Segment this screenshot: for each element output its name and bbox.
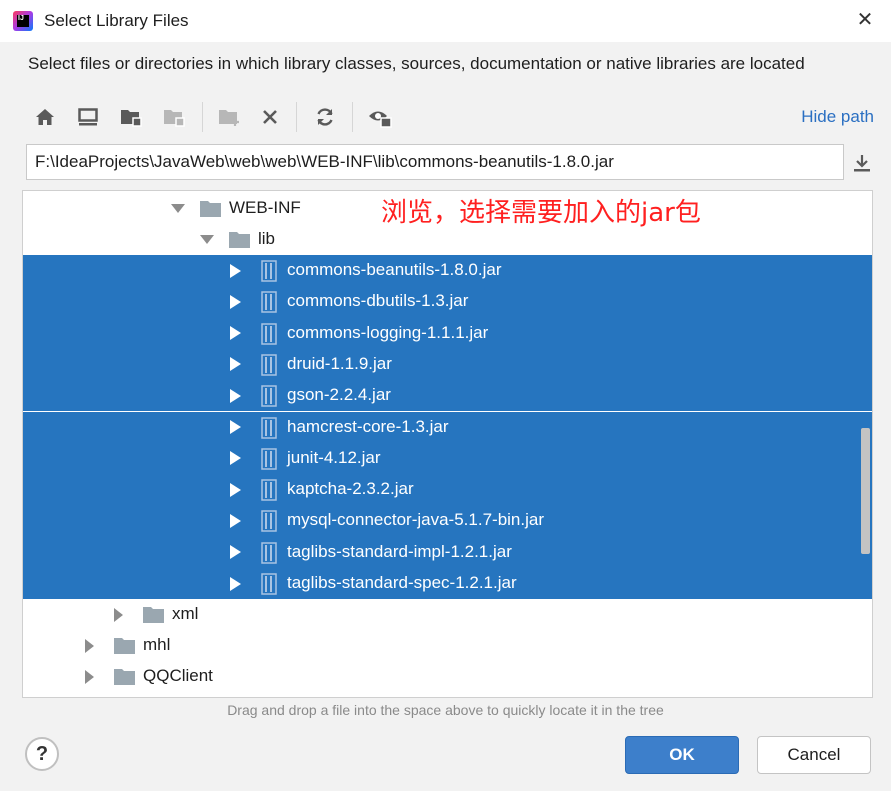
tree-node-jar[interactable]: commons-logging-1.1.1.jar <box>23 317 872 349</box>
collapsed-arrow-icon[interactable] <box>228 474 242 505</box>
tree-node-jar[interactable]: taglibs-standard-spec-1.2.1.jar <box>23 568 872 600</box>
hide-path-link[interactable]: Hide path <box>801 107 874 127</box>
module-folder-icon[interactable] <box>161 104 187 130</box>
tree-node-jar[interactable]: kaptcha-2.3.2.jar <box>23 474 872 506</box>
desktop-icon[interactable] <box>75 104 101 130</box>
jar-archive-icon <box>261 260 281 282</box>
project-folder-icon[interactable] <box>118 104 144 130</box>
folder-icon <box>229 231 250 248</box>
jar-archive-icon <box>261 448 281 470</box>
help-button[interactable]: ? <box>25 737 59 771</box>
cancel-button[interactable]: Cancel <box>757 736 871 774</box>
tree-node-label: taglibs-standard-spec-1.2.1.jar <box>287 573 517 592</box>
jar-archive-icon <box>261 541 281 564</box>
jar-archive-icon <box>261 510 281 533</box>
title-bar: IJ Select Library Files ✕ <box>0 0 891 42</box>
window-title: Select Library Files <box>44 11 189 30</box>
folder-icon <box>114 637 135 654</box>
close-button[interactable]: ✕ <box>853 8 877 32</box>
tree-node-jar[interactable]: mysql-connector-java-5.1.7-bin.jar <box>23 505 872 537</box>
select-library-files-dialog: IJ Select Library Files ✕ Select files o… <box>0 0 891 791</box>
collapsed-arrow-icon[interactable] <box>228 443 242 474</box>
tree-node-jar[interactable]: hamcrest-core-1.3.jar <box>23 411 872 443</box>
tree-node-label: xml <box>172 604 199 623</box>
jar-archive-icon <box>261 385 281 407</box>
refresh-icon[interactable] <box>312 104 338 130</box>
collapsed-arrow-icon[interactable] <box>83 630 97 661</box>
path-input[interactable] <box>27 145 835 179</box>
tree-node-mhl[interactable]: mhl <box>23 630 872 661</box>
folder-icon <box>143 606 164 623</box>
tree-node-label: lib <box>258 229 276 248</box>
tree-node-label: mysql-connector-java-5.1.7-bin.jar <box>287 510 544 530</box>
collapsed-arrow-icon[interactable] <box>228 318 242 349</box>
tree-node-label: QQClient <box>143 666 213 685</box>
expanded-arrow-icon[interactable] <box>200 224 214 255</box>
drag-drop-hint: Drag and drop a file into the space abov… <box>227 702 664 718</box>
collapsed-arrow-icon[interactable] <box>228 505 242 536</box>
tree-node-jar[interactable]: druid-1.1.9.jar <box>23 348 872 381</box>
ok-button[interactable]: OK <box>625 736 739 774</box>
tree-node-label: hamcrest-core-1.3.jar <box>287 416 449 436</box>
tree-node-label: kaptcha-2.3.2.jar <box>287 479 414 499</box>
tree-node-label: taglibs-standard-impl-1.2.1.jar <box>287 541 512 561</box>
toolbar-separator <box>296 102 297 132</box>
collapsed-arrow-icon[interactable] <box>228 349 242 380</box>
tree-node-web-inf[interactable]: WEB-INF <box>23 193 872 224</box>
expanded-arrow-icon[interactable] <box>171 193 185 224</box>
intellij-app-icon: IJ <box>13 11 33 31</box>
jar-archive-icon <box>261 354 281 376</box>
tree-node-label: junit-4.12.jar <box>287 447 381 467</box>
toolbar-separator <box>352 102 353 132</box>
tree-node-label: commons-dbutils-1.3.jar <box>287 291 469 311</box>
tree-node-jar[interactable]: gson-2.2.4.jar <box>23 380 872 412</box>
delete-icon[interactable] <box>257 104 283 130</box>
tree-scrollbar-thumb[interactable] <box>861 428 870 554</box>
collapsed-arrow-icon[interactable] <box>83 661 97 692</box>
dialog-description: Select files or directories in which lib… <box>28 54 805 73</box>
jar-archive-icon <box>261 479 281 501</box>
jar-archive-icon <box>261 322 281 345</box>
folder-icon <box>200 200 221 217</box>
home-icon[interactable] <box>32 104 58 130</box>
jar-archive-icon <box>261 416 281 439</box>
jar-archive-icon <box>261 573 281 595</box>
collapsed-arrow-icon[interactable] <box>112 599 126 630</box>
tree-node-jar[interactable]: taglibs-standard-impl-1.2.1.jar <box>23 536 872 568</box>
collapsed-arrow-icon[interactable] <box>228 380 242 411</box>
collapsed-arrow-icon[interactable] <box>228 286 242 317</box>
collapsed-arrow-icon[interactable] <box>228 412 242 443</box>
new-folder-icon[interactable] <box>217 104 243 130</box>
collapsed-arrow-icon[interactable] <box>228 537 242 568</box>
path-field-container <box>26 144 844 180</box>
tree-node-label: WEB-INF <box>229 198 301 217</box>
tree-node-label: druid-1.1.9.jar <box>287 353 392 373</box>
tree-node-qqclient[interactable]: QQClient <box>23 661 872 692</box>
file-tree[interactable]: 浏览，选择需要加入的jar包 WEB-INF lib commons-beanu… <box>22 190 873 698</box>
show-hidden-icon[interactable] <box>367 104 393 130</box>
tree-node-label: gson-2.2.4.jar <box>287 385 391 405</box>
tree-node-jar[interactable]: junit-4.12.jar <box>23 442 872 475</box>
tree-node-xml[interactable]: xml <box>23 599 872 630</box>
tree-node-lib[interactable]: lib <box>23 224 872 255</box>
folder-icon <box>114 668 135 685</box>
collapsed-arrow-icon[interactable] <box>228 568 242 599</box>
tree-node-jar[interactable]: commons-dbutils-1.3.jar <box>23 286 872 318</box>
download-icon[interactable] <box>850 150 874 176</box>
tree-node-jar[interactable]: commons-beanutils-1.8.0.jar <box>23 255 872 287</box>
tree-node-label: mhl <box>143 635 171 654</box>
toolbar: Hide path <box>22 96 874 138</box>
collapsed-arrow-icon[interactable] <box>228 255 242 286</box>
tree-node-label: commons-beanutils-1.8.0.jar <box>287 260 502 279</box>
tree-node-label: commons-logging-1.1.1.jar <box>287 322 489 342</box>
jar-archive-icon <box>261 291 281 314</box>
toolbar-separator <box>202 102 203 132</box>
